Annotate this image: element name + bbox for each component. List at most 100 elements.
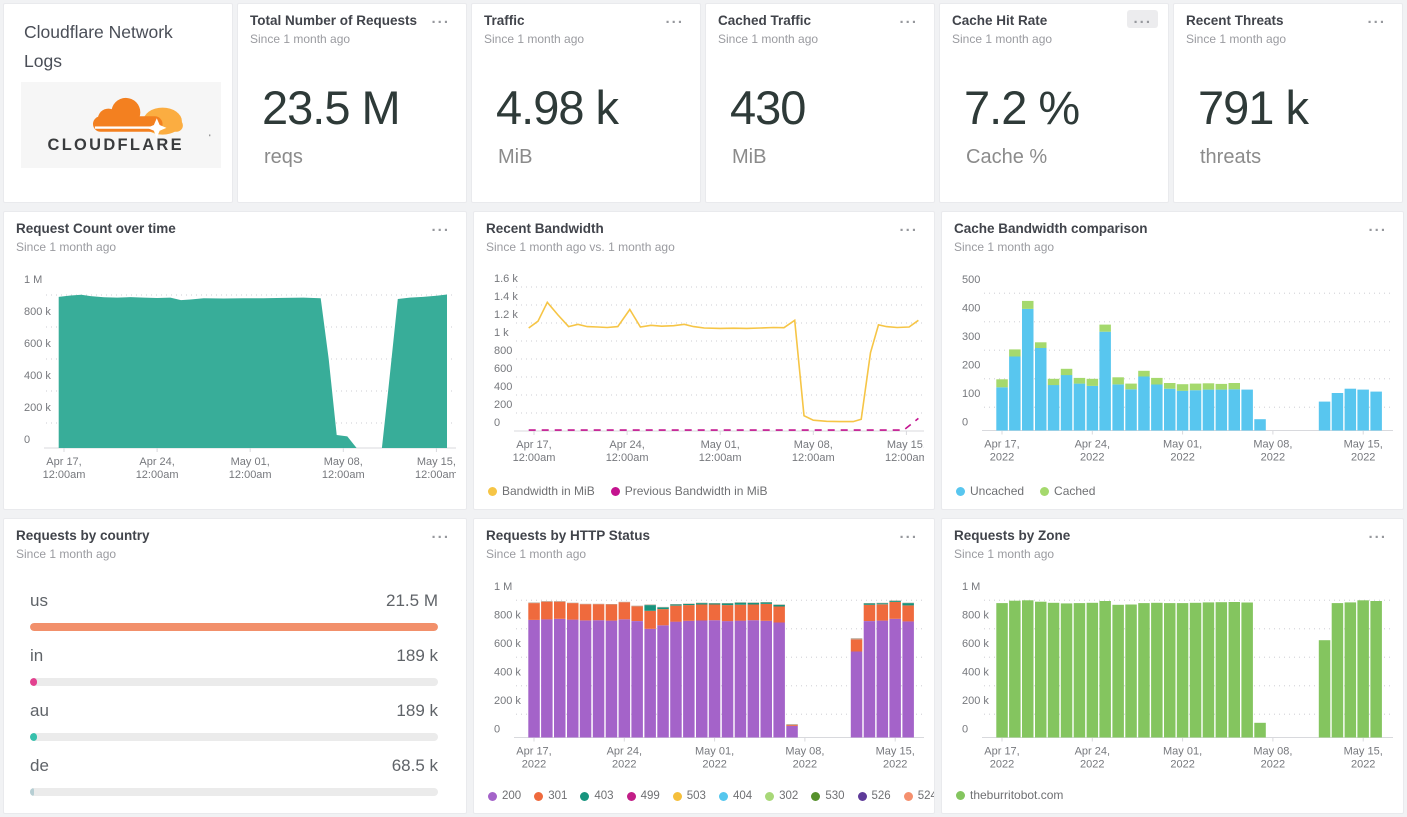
svg-text:Apr 24,: Apr 24, [1075, 746, 1110, 758]
legend-item[interactable]: 499 [626, 790, 660, 802]
panel-request-count: Request Count over time Since 1 month ag… [3, 211, 467, 510]
gauge-fill [30, 623, 438, 631]
legend-color-dot [534, 791, 544, 801]
legend-label: Cached [1054, 484, 1096, 498]
svg-text:1.4 k: 1.4 k [494, 291, 518, 303]
svg-text:1.6 k: 1.6 k [494, 273, 518, 285]
recent-bandwidth-chart[interactable]: 1.6 k1.4 k1.2 k1 k8006004002000Apr 17,12… [486, 258, 924, 472]
svg-text:800 k: 800 k [962, 610, 989, 622]
stat-unit: reqs [264, 146, 303, 168]
svg-text:2022: 2022 [1170, 759, 1194, 771]
zone-chart[interactable]: 1 M800 k600 k400 k200 k0Apr 17,2022Apr 2… [954, 565, 1393, 777]
zone-legend: theburritobot.com [956, 788, 1063, 802]
legend-item[interactable]: theburritobot.com [956, 788, 1063, 802]
legend-item[interactable]: 526 [857, 790, 891, 802]
stat-value: 4.98 k [496, 81, 619, 134]
svg-text:2022: 2022 [1351, 759, 1375, 771]
cloudflare-logo-text: CLOUDFLARE [48, 136, 184, 154]
svg-text:May 15,: May 15, [1344, 439, 1383, 451]
legend-label: theburritobot.com [970, 788, 1064, 802]
panel-menu-button[interactable]: ... [425, 218, 456, 236]
svg-text:Apr 24,: Apr 24, [609, 439, 644, 451]
panel-menu-button[interactable]: ... [425, 10, 456, 28]
svg-text:0: 0 [962, 417, 968, 429]
country-value: 189 k [396, 646, 438, 665]
panel-menu-button[interactable]: ... [893, 10, 924, 28]
panel-title: Recent Threats [1186, 13, 1284, 28]
svg-text:12:00am: 12:00am [885, 452, 924, 464]
panel-title: Traffic [484, 13, 525, 28]
svg-text:12:00am: 12:00am [136, 469, 179, 481]
svg-text:Apr 24,: Apr 24, [607, 746, 642, 758]
panel-title: Recent Bandwidth [486, 221, 604, 236]
legend-item[interactable]: Cached [1040, 484, 1095, 498]
legend-color-dot [956, 486, 965, 496]
country-code: au [30, 701, 49, 720]
svg-text:12:00am: 12:00am [43, 469, 86, 481]
svg-text:800: 800 [494, 345, 512, 357]
legend-label: Bandwidth in MiB [502, 484, 595, 498]
panel-menu-button[interactable]: ... [893, 218, 924, 236]
request-count-chart[interactable]: 1 M800 k600 k400 k200 k0Apr 17,12:00amAp… [16, 258, 456, 490]
legend-item[interactable]: 403 [580, 790, 614, 802]
legend-item[interactable]: 503 [672, 790, 706, 802]
svg-text:May 01,: May 01, [1163, 746, 1202, 758]
svg-text:1.2 k: 1.2 k [494, 309, 518, 321]
stat-value: 23.5 M [262, 81, 401, 134]
svg-text:12:00am: 12:00am [606, 452, 649, 464]
svg-text:2022: 2022 [1261, 452, 1285, 464]
panel-menu-button[interactable]: ... [893, 525, 924, 543]
legend-label: 301 [548, 790, 568, 802]
svg-text:300: 300 [962, 331, 980, 343]
legend-item[interactable]: 530 [811, 790, 845, 802]
legend-item[interactable]: Previous Bandwidth in MiB [610, 484, 767, 498]
gauge-fill [30, 678, 38, 686]
panel-home: Cloudflare Network Logs CLOUDFLARE ' [3, 3, 233, 203]
panel-title: Request Count over time [16, 221, 176, 236]
svg-text:2022: 2022 [793, 759, 817, 771]
cache-bandwidth-chart[interactable]: 5004003002001000Apr 17,2022Apr 24,2022Ma… [954, 258, 1393, 470]
svg-text:200 k: 200 k [494, 695, 521, 707]
svg-text:2022: 2022 [990, 452, 1014, 464]
stat-unit: threats [1200, 146, 1262, 168]
panel-title: Cache Hit Rate [952, 13, 1048, 28]
country-code: us [30, 591, 48, 610]
panel-subtitle: Since 1 month ago [484, 32, 585, 46]
gauge-fill [30, 733, 38, 741]
legend-item[interactable]: 302 [765, 790, 798, 802]
legend-item[interactable]: Uncached [956, 484, 1024, 498]
panel-menu-button[interactable]: ... [1362, 525, 1393, 543]
panel-menu-button[interactable]: ... [1362, 218, 1393, 236]
legend-color-dot [857, 791, 867, 801]
svg-text:2022: 2022 [702, 759, 726, 771]
panel-recent-bandwidth: Recent Bandwidth Since 1 month ago vs. 1… [473, 211, 935, 510]
legend-color-dot [672, 791, 682, 801]
legend-item[interactable]: 404 [718, 790, 752, 802]
bandwidth-legend: Bandwidth in MiB Previous Bandwidth in Mi… [488, 484, 767, 498]
panel-requests-by-status: Requests by HTTP Status Since 1 month ag… [473, 518, 935, 814]
legend-label: 526 [871, 790, 891, 802]
svg-text:2022: 2022 [1170, 452, 1194, 464]
http-status-chart[interactable]: 1 M800 k600 k400 k200 k0Apr 17,2022Apr 2… [486, 565, 924, 777]
legend-item[interactable]: 200 [488, 790, 521, 802]
svg-text:May 01,: May 01, [701, 439, 740, 451]
svg-text:1 k: 1 k [494, 327, 509, 339]
panel-menu-button[interactable]: ... [1127, 10, 1158, 28]
svg-text:Apr 24,: Apr 24, [1075, 439, 1110, 451]
svg-text:400: 400 [962, 303, 980, 315]
legend-label: 302 [779, 790, 799, 802]
cache-bandwidth-legend: Uncached Cached [956, 484, 1095, 498]
panel-requests-by-country: Requests by country Since 1 month ago ..… [3, 518, 467, 814]
dashboard-title: Cloudflare Network Logs [24, 22, 173, 71]
svg-text:2022: 2022 [990, 759, 1014, 771]
panel-menu-button[interactable]: ... [1361, 10, 1392, 28]
legend-label: 524 [917, 790, 935, 802]
legend-item[interactable]: 524 [903, 790, 935, 802]
legend-item[interactable]: 301 [534, 790, 567, 802]
svg-text:200 k: 200 k [962, 695, 989, 707]
panel-title: Cache Bandwidth comparison [954, 221, 1148, 236]
panel-requests-by-zone: Requests by Zone Since 1 month ago ... 1… [941, 518, 1404, 814]
panel-subtitle: Since 1 month ago [952, 32, 1053, 46]
panel-menu-button[interactable]: ... [659, 10, 690, 28]
legend-item[interactable]: Bandwidth in MiB [488, 484, 595, 498]
